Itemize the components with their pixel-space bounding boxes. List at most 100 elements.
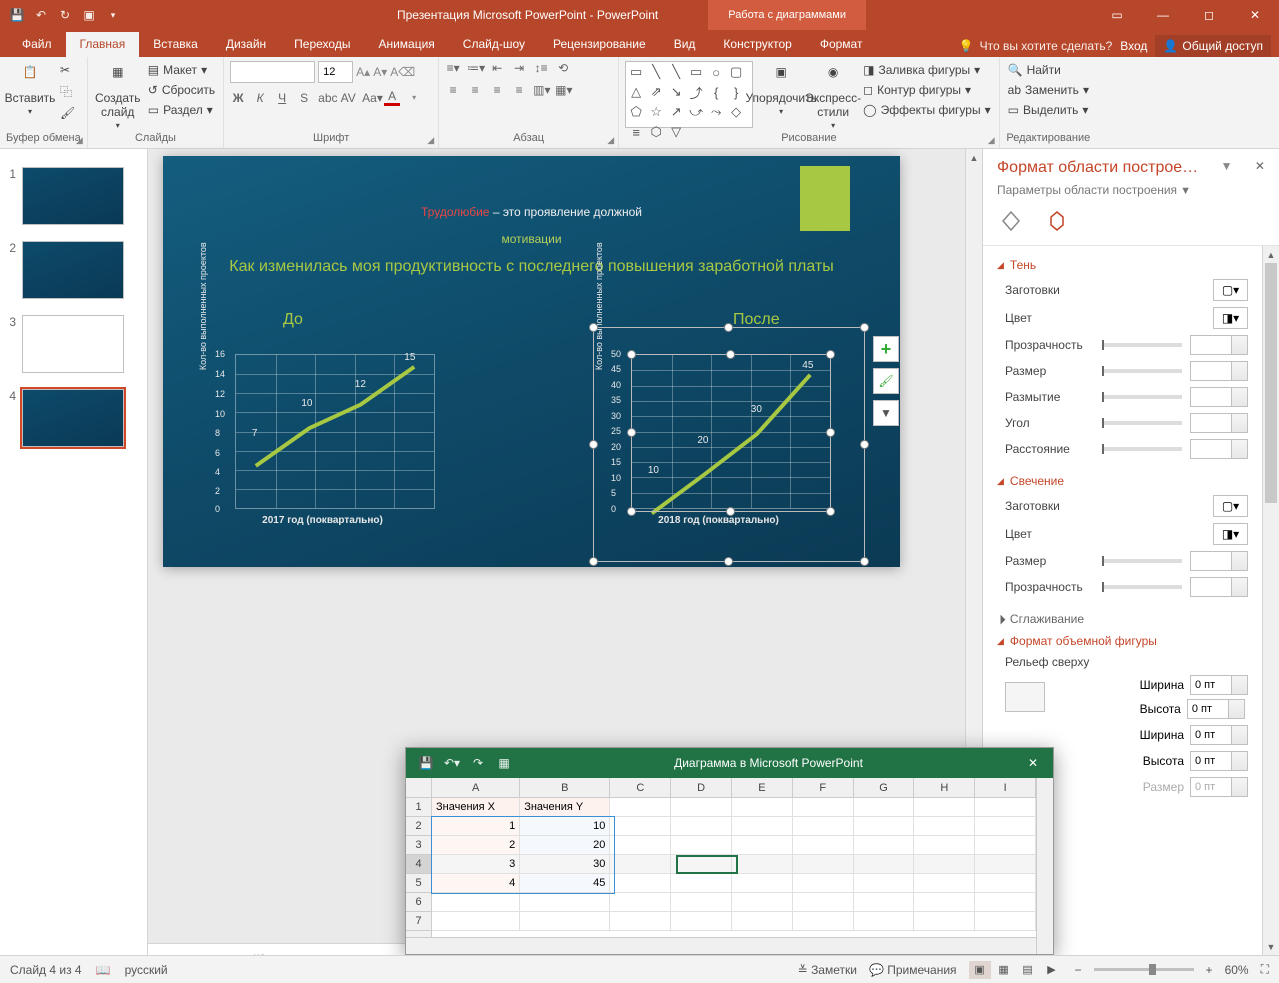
col-C[interactable]: C (610, 778, 671, 797)
zoom-level[interactable]: 60% (1225, 963, 1249, 977)
col-F[interactable]: F (793, 778, 854, 797)
reading-view-icon[interactable]: ▤ (1017, 961, 1039, 979)
tab-slideshow[interactable]: Слайд-шоу (449, 32, 539, 57)
paste-button[interactable]: 📋Вставить▾ (6, 61, 54, 116)
tab-review[interactable]: Рецензирование (539, 32, 660, 57)
thumb-1[interactable] (22, 167, 124, 225)
chart-add-button[interactable]: + (873, 336, 899, 362)
quick-styles-button[interactable]: ◉Экспресс-стили▾ (809, 61, 857, 130)
col-I[interactable]: I (975, 778, 1036, 797)
tab-home[interactable]: Главная (66, 32, 140, 57)
chart-selection[interactable] (593, 327, 865, 562)
font-color-icon[interactable]: A (384, 89, 400, 106)
justify-icon[interactable]: ≡ (511, 83, 527, 97)
scroll-down-icon[interactable]: ▼ (1263, 938, 1279, 955)
maximize-icon[interactable]: ◻ (1189, 0, 1229, 30)
align-left-icon[interactable]: ≡ (445, 83, 461, 97)
col-H[interactable]: H (914, 778, 975, 797)
select-all-corner[interactable] (406, 778, 432, 798)
col-A[interactable]: A (432, 778, 520, 797)
chart-style-button[interactable]: 🖌 (873, 368, 899, 394)
ribbon-opts-icon[interactable]: ▭ (1097, 0, 1137, 30)
scroll-up-icon[interactable]: ▲ (966, 149, 982, 166)
size-slider[interactable] (1102, 369, 1182, 373)
shape-fill-button[interactable]: ◨Заливка фигуры ▾ (861, 61, 992, 79)
pane-scrollbar[interactable]: ▲ ▼ (1262, 246, 1279, 955)
color-dropdown[interactable]: ◨▾ (1213, 307, 1248, 329)
thumb-2[interactable] (22, 241, 124, 299)
smartart-icon[interactable]: ▦▾ (555, 83, 571, 97)
shrink-font-icon[interactable]: A▾ (373, 65, 387, 79)
shape-outline-button[interactable]: ◻Контур фигуры ▾ (861, 81, 992, 99)
text-dir-icon[interactable]: ⟲ (555, 61, 571, 75)
close-icon[interactable]: ✕ (1235, 0, 1275, 30)
scroll-up-icon[interactable]: ▲ (1263, 246, 1279, 263)
minimize-icon[interactable]: — (1143, 0, 1183, 30)
section-shadow[interactable]: ◢Тень (997, 258, 1248, 272)
sorter-view-icon[interactable]: ▦ (993, 961, 1015, 979)
bevel-width-spin[interactable]: 0 пт (1190, 675, 1248, 695)
scroll-thumb[interactable] (1265, 263, 1277, 503)
effects-tab-icon[interactable] (1043, 207, 1071, 235)
height2-spin[interactable]: 0 пт (1190, 751, 1248, 771)
format-painter-button[interactable]: 🖌 (58, 104, 77, 122)
copy-button[interactable]: ⿻ (58, 81, 77, 102)
bullets-icon[interactable]: ≡▾ (445, 61, 461, 75)
language-indicator[interactable]: русский (125, 963, 168, 977)
xl-save-icon[interactable]: 💾 (416, 756, 436, 770)
dialog-launcher-icon[interactable]: ◢ (76, 135, 83, 146)
transparency-spin[interactable] (1190, 335, 1248, 355)
glow-trans-slider[interactable] (1102, 585, 1182, 589)
pane-subtitle[interactable]: Параметры области построения ▼ (983, 183, 1279, 207)
arrange-button[interactable]: ▣Упорядочить▾ (757, 61, 805, 116)
tab-animations[interactable]: Анимация (364, 32, 448, 57)
line-spacing-icon[interactable]: ↕≡ (533, 61, 549, 75)
glow-size-spin[interactable] (1190, 551, 1248, 571)
undo-icon[interactable]: ↶ (32, 6, 50, 24)
bold-icon[interactable]: Ж (230, 91, 246, 105)
dialog-launcher-icon[interactable]: ◢ (988, 135, 995, 146)
col-D[interactable]: D (671, 778, 732, 797)
tab-file[interactable]: Файл (8, 32, 66, 57)
font-size-input[interactable] (318, 61, 353, 83)
bevel-preset[interactable] (1005, 682, 1045, 712)
login-link[interactable]: Вход (1120, 39, 1147, 53)
shapes-gallery[interactable]: ▭╲╲▭○▢△ ⇗↘⤴{}⬠☆ ↗⤻⤳◇≡⬡▽ (625, 61, 753, 128)
tab-format[interactable]: Формат (806, 32, 877, 57)
share-button[interactable]: 👤Общий доступ (1155, 35, 1271, 57)
strike-icon[interactable]: S (296, 91, 312, 105)
select-button[interactable]: ▭Выделить ▾ (1006, 101, 1091, 119)
grow-font-icon[interactable]: A▴ (356, 65, 370, 79)
glow-presets-dropdown[interactable]: ▢▾ (1213, 495, 1248, 517)
replace-button[interactable]: abЗаменить ▾ (1006, 81, 1091, 99)
bevel-height-spin[interactable]: 0 пт (1187, 699, 1245, 719)
glow-trans-spin[interactable] (1190, 577, 1248, 597)
section-soft-edges[interactable]: ◢Сглаживание (997, 612, 1248, 626)
fill-tab-icon[interactable] (997, 207, 1025, 235)
xl-vscroll[interactable] (1036, 778, 1053, 954)
fit-icon[interactable]: ⛶ (1261, 962, 1269, 977)
new-slide-button[interactable]: ▦Создать слайд▾ (94, 61, 142, 130)
width2-spin[interactable]: 0 пт (1190, 725, 1248, 745)
font-name-input[interactable] (230, 61, 315, 83)
section-glow[interactable]: ◢Свечение (997, 474, 1248, 488)
col-E[interactable]: E (732, 778, 793, 797)
tab-design[interactable]: Дизайн (212, 32, 280, 57)
tab-insert[interactable]: Вставка (139, 32, 212, 57)
shape-effects-button[interactable]: ◯Эффекты фигуры ▾ (861, 101, 992, 119)
columns-icon[interactable]: ▥▾ (533, 83, 549, 97)
qat-more-icon[interactable]: ▾ (104, 6, 122, 24)
numbering-icon[interactable]: ≔▾ (467, 61, 483, 75)
zoom-out-icon[interactable]: − (1075, 963, 1082, 977)
angle-spin[interactable] (1190, 413, 1248, 433)
shadow-icon[interactable]: abc (318, 91, 334, 105)
excel-grid[interactable]: A B C D E F G H I 1234567 Значения X Зна… (406, 778, 1053, 954)
presets-dropdown[interactable]: ▢▾ (1213, 279, 1248, 301)
indent-dec-icon[interactable]: ⇤ (489, 61, 505, 75)
comments-toggle[interactable]: 💬 Примечания (869, 963, 957, 977)
dialog-launcher-icon[interactable]: ◢ (607, 135, 614, 146)
slide-canvas[interactable]: Трудолюбие – это проявление должной моти… (163, 156, 900, 567)
clear-format-icon[interactable]: A⌫ (390, 65, 415, 79)
align-right-icon[interactable]: ≡ (489, 83, 505, 97)
excel-window[interactable]: 💾 ↶▾ ↷ ▦ Диаграмма в Microsoft PowerPoin… (405, 747, 1054, 955)
